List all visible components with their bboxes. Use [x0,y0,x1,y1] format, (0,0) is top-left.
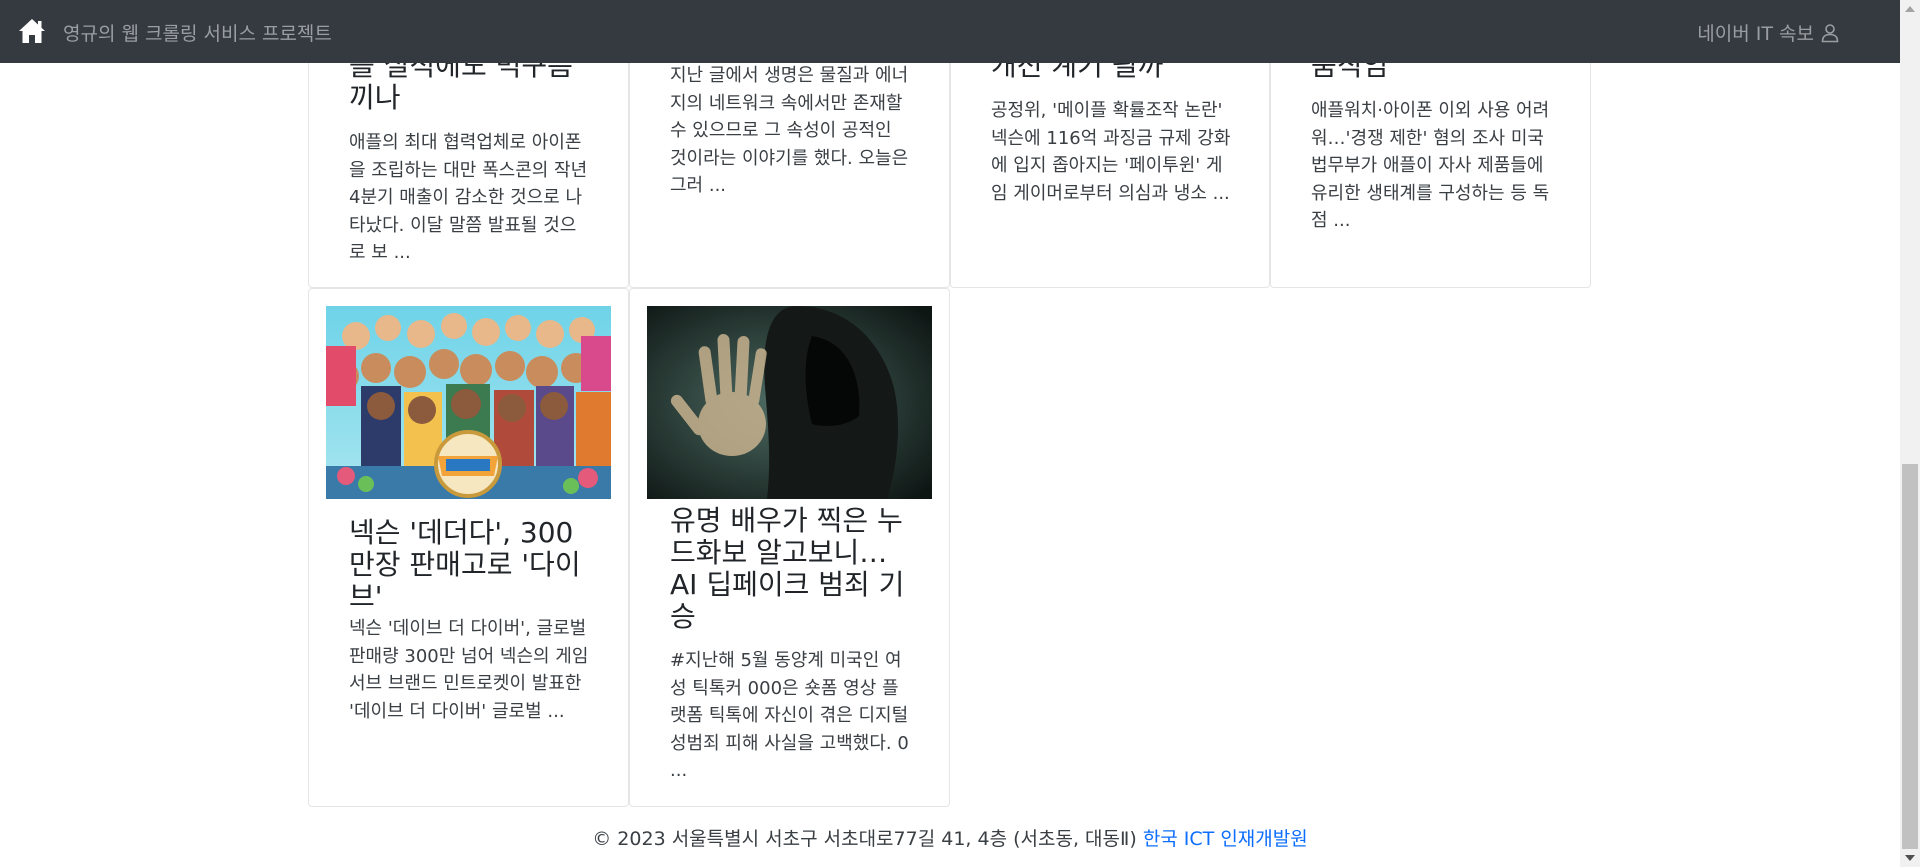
news-thumbnail[interactable] [647,306,932,499]
naver-it-news-link[interactable]: 네이버 IT 속보 [1697,19,1840,46]
news-thumbnail[interactable] [326,306,611,499]
person-icon [1821,23,1839,42]
naver-it-news-label: 네이버 IT 속보 [1697,23,1814,45]
scrollbar-thumb[interactable] [1902,464,1918,849]
scroll-down-icon[interactable] [1905,855,1915,861]
news-card-summary: 애플의 최대 협력업체로 아이폰을 조립하는 대만 폭스콘의 작년 4분기 매출… [349,132,588,263]
vertical-scrollbar[interactable] [1900,0,1920,867]
news-card-title[interactable]: 넥슨 '데더다', 300만장 판매고로 '다이브' [349,517,591,613]
hooded-figure-photo [647,306,932,499]
footer: © 2023 서울특별시 서초구 서초대로77길 41, 4층 (서초동, 대동… [0,824,1900,851]
news-card-summary: 공정위, '메이플 확률조작 논란' 넥슨에 116억 과징금 규제 강화에 입… [991,100,1231,204]
news-card-summary: 넥슨 '데이브 더 다이버', 글로벌 판매량 300만 넘어 넥슨의 게임 서… [349,618,589,722]
news-card-title[interactable]: 유명 배우가 찍은 누드화보 알고보니… AI 딥페이크 범죄 기승 [670,505,912,633]
news-card-summary: 지난 글에서 생명은 물질과 에너지의 네트워크 속에서만 존재할 수 있으므로… [670,65,909,196]
footer-link-ict[interactable]: 한국 ICT 인재개발원 [1143,828,1308,850]
house-icon[interactable] [18,18,46,44]
news-card[interactable]: 넥슨 '데더다', 300만장 판매고로 '다이브' 넥슨 '데이브 더 다이버… [308,288,629,807]
news-card-summary: #지난해 5월 동양계 미국인 여성 틱톡커 000은 숏폼 영상 플랫폼 틱톡… [670,650,909,781]
footer-address: © 2023 서울특별시 서초구 서초대로77길 41, 4층 (서초동, 대동… [592,828,1137,850]
navbar-brand[interactable]: 영규의 웹 크롤링 서비스 프로젝트 [63,19,332,46]
scroll-up-icon[interactable] [1905,6,1915,12]
news-card[interactable]: 유명 배우가 찍은 누드화보 알고보니… AI 딥페이크 범죄 기승 #지난해 … [629,288,950,807]
dave-the-diver-artwork [326,306,611,499]
news-card-summary: 애플워치·아이폰 이외 사용 어려워…'경쟁 제한' 혐의 조사 미국 법무부가… [1311,100,1550,231]
top-navbar: 영규의 웹 크롤링 서비스 프로젝트 네이버 IT 속보 [0,0,1900,63]
